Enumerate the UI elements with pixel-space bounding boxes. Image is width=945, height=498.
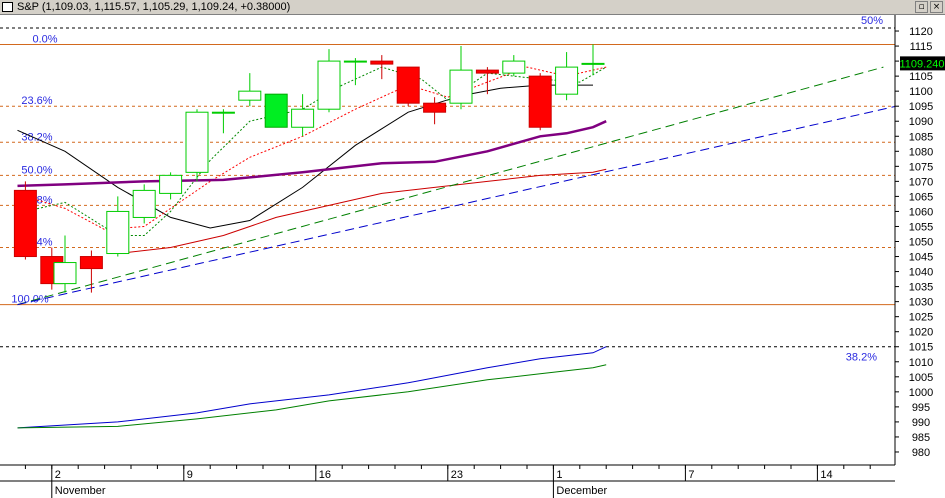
price-chart[interactable]: 0.0%23.6%38.2%50.0%61.8%76.4%100.0%50%38…	[0, 15, 945, 498]
restore-icon[interactable]: ▫	[915, 1, 928, 13]
price-tick-label: 1120	[909, 26, 933, 38]
candle-body	[423, 102, 447, 113]
candle-body	[396, 66, 420, 104]
fib-level-label: 50.0%	[21, 164, 52, 176]
price-tick-label: 1030	[909, 297, 933, 309]
price-tick-label: 1100	[909, 86, 933, 98]
chart-window: S&P (1,109.03, 1,115.57, 1,105.29, 1,109…	[0, 0, 945, 498]
price-tick-label: 990	[912, 417, 930, 429]
price-tick-label: 1015	[909, 342, 933, 354]
date-tick-label: 1	[556, 469, 562, 481]
last-price-label: 1109.240	[899, 58, 944, 70]
price-tick-label: 980	[912, 447, 930, 459]
candle-body	[528, 75, 552, 128]
title-bar[interactable]: S&P (1,109.03, 1,115.57, 1,105.29, 1,109…	[0, 0, 945, 15]
price-tick-label: 1050	[909, 237, 933, 249]
price-tick-label: 1115	[910, 41, 933, 53]
date-tick-label: 9	[187, 469, 193, 481]
candle-body	[343, 60, 367, 63]
window-title: S&P (1,109.03, 1,115.57, 1,105.29, 1,109…	[17, 1, 291, 13]
price-tick-label: 1055	[909, 221, 933, 233]
price-tick-label: 1065	[909, 191, 933, 203]
window-icon[interactable]	[2, 2, 13, 12]
candle-body	[317, 60, 341, 110]
candle-body	[211, 111, 235, 114]
date-tick-label: 16	[319, 469, 331, 481]
date-tick-label: 14	[820, 469, 832, 481]
candle-body	[185, 111, 209, 173]
price-tick-label: 1000	[909, 387, 933, 399]
date-tick-label: 2	[55, 469, 61, 481]
candle-body	[238, 90, 262, 101]
candle-body	[502, 60, 526, 74]
price-tick-label: 985	[912, 432, 930, 444]
candle-body	[159, 174, 183, 194]
price-tick-label: 1040	[909, 267, 933, 279]
date-axis: 2 9 16 23 1 7 14 November December	[0, 464, 945, 498]
close-icon[interactable]: ×	[930, 1, 943, 13]
candle-body	[555, 66, 579, 95]
price-tick-label: 1090	[909, 116, 933, 128]
candle-body	[475, 69, 499, 74]
candle-body	[132, 189, 156, 218]
fib-ext-label-38: 38.2%	[846, 351, 877, 363]
date-tick-label: 7	[688, 469, 694, 481]
price-axis: 980 985 990 995 1000 1005 1010 1015 1020 1025 1030…	[894, 15, 945, 465]
price-tick-label: 1095	[909, 101, 933, 113]
candle-body	[264, 93, 288, 128]
candle-body	[53, 262, 77, 285]
candle-body	[79, 256, 103, 270]
candle-body	[581, 62, 605, 65]
price-tick-label: 1060	[909, 206, 933, 218]
fib-ext-label-50: 50%	[861, 15, 883, 27]
candle-body	[370, 60, 394, 65]
price-tick-label: 1025	[909, 312, 933, 324]
price-tick-label: 1070	[909, 176, 933, 188]
candle-body	[449, 69, 473, 104]
fib-level-label: 23.6%	[21, 95, 52, 107]
fib-level-label: 38.2%	[21, 131, 52, 143]
date-tick-label: 23	[451, 469, 463, 481]
price-tick-label: 1105	[909, 71, 933, 83]
price-tick-label: 1075	[909, 161, 933, 173]
plot-area	[0, 15, 895, 465]
price-tick-label: 1045	[909, 252, 933, 264]
candle-body	[291, 108, 315, 128]
price-tick-label: 1010	[909, 357, 933, 369]
price-tick-label: 1035	[909, 282, 933, 294]
candle-body	[106, 210, 130, 255]
month-label: December	[556, 485, 607, 497]
price-tick-label: 1005	[909, 372, 933, 384]
price-tick-label: 1020	[909, 327, 933, 339]
price-tick-label: 1085	[909, 131, 933, 143]
price-tick-label: 1080	[909, 146, 933, 158]
month-label: November	[55, 485, 106, 497]
candle-body	[13, 189, 37, 258]
fib-level-label: 100.0%	[11, 294, 49, 306]
price-tick-label: 995	[912, 402, 930, 414]
fib-level-label: 0.0%	[32, 34, 57, 46]
